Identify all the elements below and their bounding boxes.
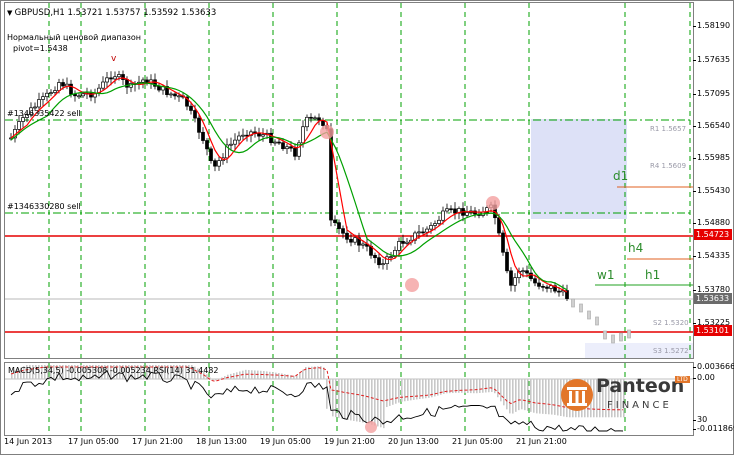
price-scale[interactable]: 1.58190 1.57635 1.57095 1.56540 1.55985 … — [692, 2, 733, 357]
zone-label-s2: S2 1.5320 — [653, 319, 689, 327]
symbol-header-text: GBPUSD,H1 1.53721 1.53757 1.53592 1.5363… — [14, 8, 217, 18]
time-tick: 21 Jun 05:00 — [452, 437, 503, 446]
price-chart-svg: v — [5, 3, 693, 358]
time-tick: 21 Jun 21:00 — [516, 437, 567, 446]
price-tick: 1.54335 — [692, 251, 731, 260]
price-tick: 1.54880 — [692, 218, 731, 227]
logo-name: Panteon — [596, 375, 685, 397]
turn-marker-1 — [320, 125, 334, 139]
level-label-d1: d1 — [613, 169, 629, 183]
time-tick: 17 Jun 05:00 — [68, 437, 119, 446]
time-tick: 19 Jun 21:00 — [324, 437, 375, 446]
time-tick: 19 Jun 05:00 — [260, 437, 311, 446]
price-tick: 1.55430 — [692, 186, 731, 195]
projected-candles — [571, 298, 631, 344]
range-title: Нормальный ценовой диапазон — [7, 33, 142, 42]
slow-moving-average — [10, 82, 568, 291]
candlesticks — [9, 70, 569, 302]
price-tick: 1.57095 — [692, 89, 731, 98]
zone-label-s3: S3 1.5272 — [653, 347, 689, 355]
indicator-tick-zero: 0.00 — [693, 373, 715, 382]
triangle-down-icon: ▼ — [7, 9, 15, 17]
level-label-h1: h1 — [645, 268, 661, 282]
indicator-tick-top: 0.0036664 — [692, 362, 734, 372]
order-label-2[interactable]: #1346330280 sell — [7, 202, 81, 212]
upper-level-price-tag: 1.54723 — [694, 229, 732, 240]
price-chart-pane[interactable]: v ▼ GBPUSD,H1 1.53721 1.53757 1.53592 1.… — [4, 2, 694, 359]
symbol-header: ▼ GBPUSD,H1 1.53721 1.53757 1.53592 1.53… — [7, 8, 216, 18]
indicator-header: MACD(5,34,5) -0.005308 -0.005234 RSI(14)… — [8, 366, 219, 375]
logo-badge: LTD — [675, 376, 690, 383]
level-label-w1: w1 — [597, 268, 615, 282]
current-price-tag: 1.53633 — [694, 293, 732, 304]
time-tick: 14 Jun 2013 — [4, 437, 53, 446]
price-tick: 1.56540 — [692, 121, 731, 130]
pivot-value: pivot=1.5438 — [13, 44, 68, 53]
level-label-h4: h4 — [628, 241, 644, 255]
time-axis[interactable]: 14 Jun 2013 17 Jun 05:00 17 Jun 21:00 18… — [4, 435, 692, 453]
price-tick: 1.57635 — [692, 55, 731, 64]
indicator-tick-bottom: -0.0118699 — [692, 424, 734, 434]
logo-sub: FINANCE — [607, 400, 672, 411]
turn-marker-2 — [405, 278, 419, 292]
rsi-low-marker — [365, 421, 377, 433]
lower-level-price-tag: 1.53101 — [694, 325, 732, 336]
fast-moving-average — [10, 77, 568, 293]
price-tick: 1.58190 — [692, 21, 731, 30]
time-tick: 18 Jun 13:00 — [196, 437, 247, 446]
turn-marker-3 — [486, 196, 500, 210]
time-tick: 17 Jun 21:00 — [132, 437, 183, 446]
panteon-logo-icon — [561, 379, 593, 411]
zone-label-r1: R1 1.5657 — [650, 125, 687, 133]
zone-label-r4: R4 1.5609 — [650, 162, 687, 170]
panteon-logo: Panteon LTD FINANCE — [560, 373, 690, 419]
time-tick: 20 Jun 13:00 — [388, 437, 439, 446]
order-label-1[interactable]: #1346335422 sell — [7, 109, 81, 119]
fractal-marker: v — [111, 54, 117, 64]
indicator-scale[interactable]: 0.0036664 0.00 30 -0.0118699 — [692, 362, 734, 434]
price-tick: 1.55985 — [692, 153, 731, 162]
